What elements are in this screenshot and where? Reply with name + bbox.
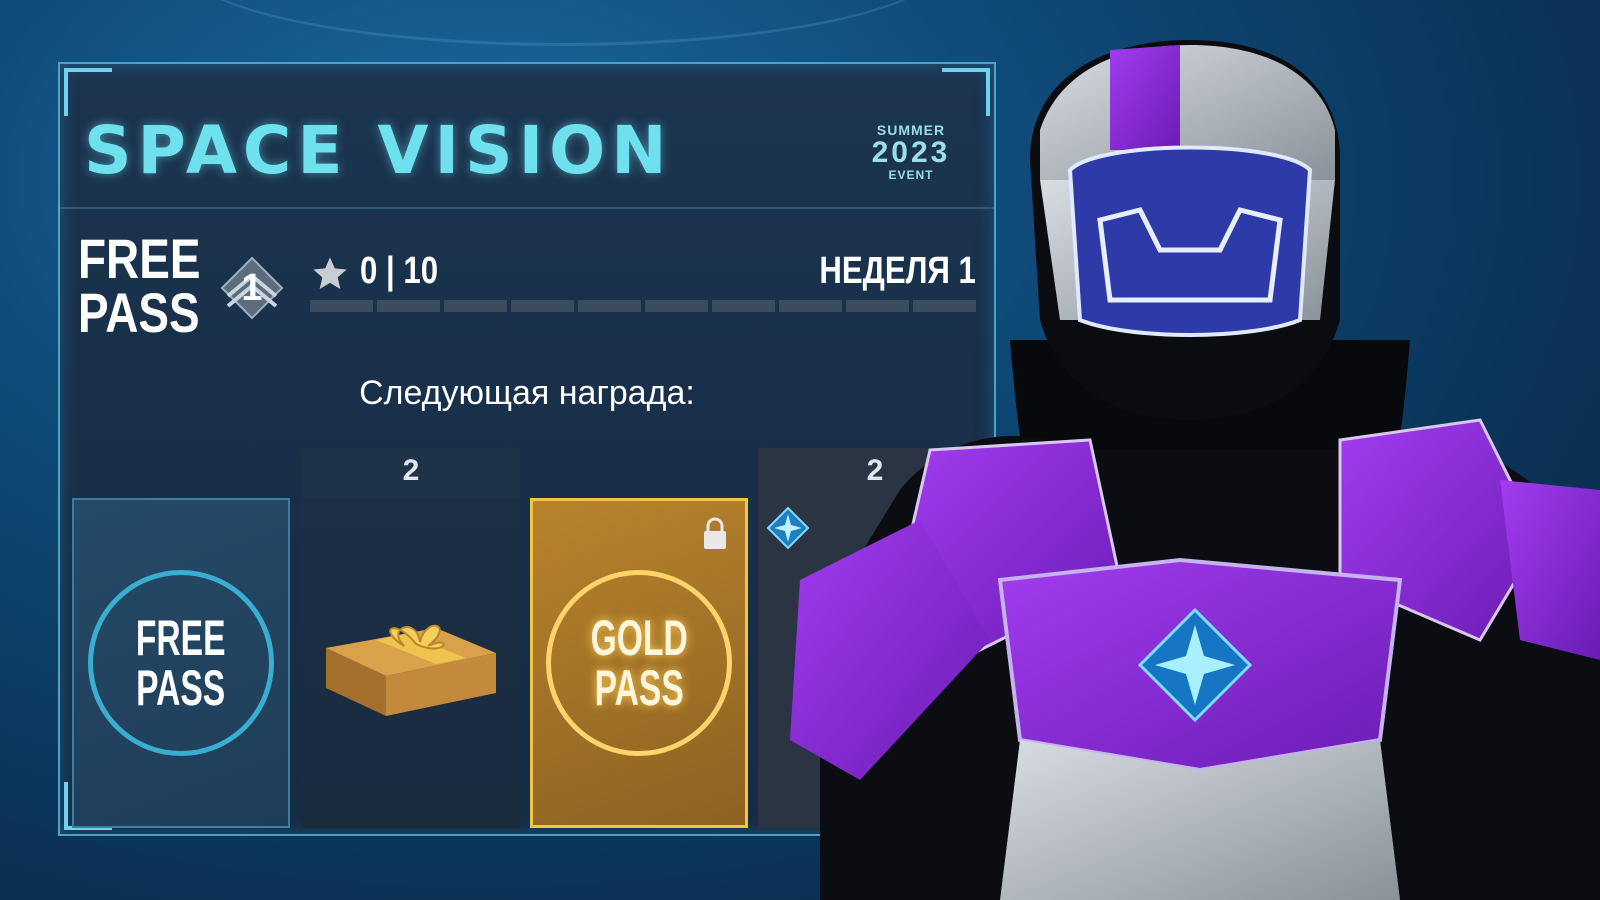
gift-box-icon bbox=[326, 624, 496, 716]
free-pass-line2: PASS bbox=[136, 660, 226, 716]
progress-segment bbox=[578, 300, 641, 312]
progress-segment bbox=[444, 300, 507, 312]
progress-counter: 0 | 10 bbox=[360, 250, 439, 292]
progress-segment bbox=[645, 300, 708, 312]
lock-icon bbox=[704, 517, 726, 549]
pass-type-label: FREE PASS bbox=[78, 227, 201, 344]
reward-slot-free-pass[interactable]: FREE PASS bbox=[72, 448, 290, 828]
event-title: SPACE VISION bbox=[84, 112, 673, 189]
reward-slot-gift-box[interactable]: 2 bbox=[302, 448, 520, 828]
reward-count: 2 bbox=[402, 454, 420, 487]
character-armor-skin bbox=[790, 40, 1600, 900]
progress-segment bbox=[377, 300, 440, 312]
gold-pass-emblem: GOLD PASS bbox=[546, 570, 732, 756]
gift-box-card[interactable] bbox=[302, 498, 520, 828]
pass-level: 1 bbox=[241, 267, 263, 309]
gold-pass-line1: GOLD bbox=[590, 610, 688, 666]
star-icon bbox=[313, 257, 347, 289]
gold-pass-line2: PASS bbox=[594, 660, 684, 716]
free-pass-emblem: FREE PASS bbox=[88, 570, 274, 756]
free-pass-card[interactable]: FREE PASS bbox=[72, 498, 290, 828]
corner-decoration bbox=[64, 68, 112, 116]
progress-segment bbox=[310, 300, 373, 312]
progress-segment bbox=[511, 300, 574, 312]
gold-pass-card[interactable]: GOLD PASS bbox=[530, 498, 748, 828]
pass-label-line2: PASS bbox=[78, 281, 200, 344]
pass-label-line1: FREE bbox=[78, 227, 201, 290]
reward-slot-gold-pass[interactable]: GOLD PASS bbox=[530, 448, 748, 828]
progress-segment bbox=[712, 300, 775, 312]
free-pass-line1: FREE bbox=[136, 610, 226, 666]
